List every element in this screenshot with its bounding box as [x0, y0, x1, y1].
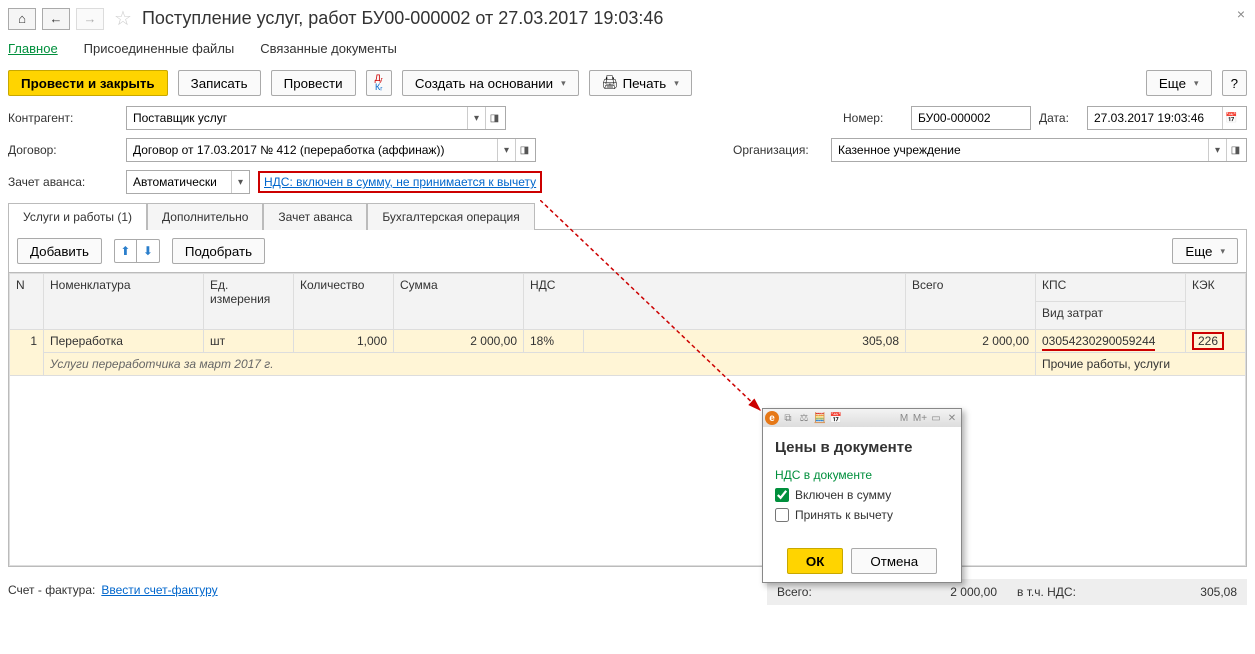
- label-advance: Зачет аванса:: [8, 175, 118, 189]
- more-button[interactable]: Еще: [1146, 70, 1212, 96]
- popup-section: НДС в документе: [775, 468, 949, 482]
- tab-additional[interactable]: Дополнительно: [147, 203, 263, 230]
- contragent-field[interactable]: ▾ ◨: [126, 106, 506, 130]
- open-ref-icon[interactable]: ◨: [485, 107, 503, 129]
- popup-ok-button[interactable]: ОК: [787, 548, 844, 574]
- post-button[interactable]: Провести: [271, 70, 356, 96]
- post-and-close-button[interactable]: Провести и закрыть: [8, 70, 168, 96]
- col-qty: Количество: [294, 274, 394, 330]
- icon-mplus[interactable]: M+: [913, 411, 927, 425]
- write-button[interactable]: Записать: [178, 70, 261, 96]
- col-nomenclature: Номенклатура: [44, 274, 204, 330]
- tab-advance[interactable]: Зачет аванса: [263, 203, 367, 230]
- open-ref-icon[interactable]: ◨: [515, 139, 533, 161]
- pick-button[interactable]: Подобрать: [172, 238, 265, 264]
- icon-calc[interactable]: 🧮: [813, 411, 827, 425]
- dk-button[interactable]: ДᵣКᵣ: [366, 70, 392, 96]
- org-field[interactable]: ▾ ◨: [831, 138, 1247, 162]
- table-row-sub[interactable]: Услуги переработчика за март 2017 г. Про…: [10, 353, 1246, 376]
- advance-field[interactable]: ▾: [126, 170, 250, 194]
- label-number: Номер:: [843, 111, 903, 125]
- nds-settings-link[interactable]: НДС: включен в сумму, не принимается к в…: [258, 171, 542, 193]
- col-kps: КПС: [1036, 274, 1186, 302]
- grid-more-button[interactable]: Еще: [1172, 238, 1238, 264]
- popup-title: Цены в документе: [775, 439, 949, 456]
- icon-scale[interactable]: ⚖: [797, 411, 811, 425]
- table-row[interactable]: 1 Переработка шт 1,000 2 000,00 18% 305,…: [10, 330, 1246, 353]
- dropdown-icon[interactable]: ▾: [1208, 139, 1226, 161]
- col-cost-type: Вид затрат: [1036, 302, 1186, 330]
- move-up-icon[interactable]: ⬆: [115, 240, 137, 262]
- number-field[interactable]: [911, 106, 1031, 130]
- cb-deduct-row[interactable]: Принять к вычету: [775, 508, 949, 522]
- tab-accounting[interactable]: Бухгалтерская операция: [367, 203, 534, 230]
- move-down-icon[interactable]: ⬇: [137, 240, 159, 262]
- col-nds: НДС: [524, 274, 906, 330]
- open-ref-icon[interactable]: ◨: [1226, 139, 1244, 161]
- help-button[interactable]: ?: [1222, 70, 1247, 96]
- contragent-input[interactable]: [127, 107, 467, 129]
- label-contragent: Контрагент:: [8, 111, 118, 125]
- col-n: N: [10, 274, 44, 330]
- label-org: Организация:: [733, 143, 823, 157]
- tab-main[interactable]: Главное: [8, 41, 58, 56]
- dk-icon: ДᵣКᵣ: [375, 74, 383, 92]
- print-button[interactable]: 🖨 Печать: [589, 70, 692, 96]
- tab-related-docs[interactable]: Связанные документы: [260, 41, 397, 56]
- invoice-label: Счет - фактура:: [8, 583, 95, 597]
- create-based-on-button[interactable]: Создать на основании: [402, 70, 579, 96]
- back-button[interactable]: ←: [42, 8, 70, 30]
- icon-m[interactable]: M: [897, 411, 911, 425]
- icon-copy[interactable]: ⧉: [781, 411, 795, 425]
- label-contract: Договор:: [8, 143, 118, 157]
- contract-field[interactable]: ▾ ◨: [126, 138, 536, 162]
- page-title: Поступление услуг, работ БУ00-000002 от …: [142, 8, 663, 29]
- col-sum: Сумма: [394, 274, 524, 330]
- cb-included[interactable]: [775, 488, 789, 502]
- label-date: Дата:: [1039, 111, 1079, 125]
- cb-included-row[interactable]: Включен в сумму: [775, 488, 949, 502]
- app-icon: e: [765, 411, 779, 425]
- minimize-icon[interactable]: ▭: [929, 411, 943, 425]
- popup-cancel-button[interactable]: Отмена: [851, 548, 937, 574]
- prices-popup: e ⧉ ⚖ 🧮 📅 M M+ ▭ ✕ Цены в документе НДС …: [762, 408, 962, 583]
- dropdown-icon[interactable]: ▾: [231, 171, 249, 193]
- col-unit: Ед. измерения: [204, 274, 294, 330]
- icon-cal[interactable]: 📅: [829, 411, 843, 425]
- close-icon[interactable]: ×: [1237, 6, 1245, 22]
- col-total: Всего: [906, 274, 1036, 330]
- tab-services[interactable]: Услуги и работы (1): [8, 203, 147, 230]
- popup-title-bar[interactable]: e ⧉ ⚖ 🧮 📅 M M+ ▭ ✕: [763, 409, 961, 427]
- row-order-controls: ⬆ ⬇: [114, 239, 160, 263]
- dropdown-icon[interactable]: ▾: [497, 139, 515, 161]
- date-field[interactable]: 📅: [1087, 106, 1247, 130]
- invoice-link[interactable]: Ввести счет-фактуру: [101, 583, 217, 597]
- services-table: N Номенклатура Ед. измерения Количество …: [8, 273, 1247, 567]
- home-button[interactable]: ⌂: [8, 8, 36, 30]
- forward-button: →: [76, 8, 104, 30]
- col-kek: КЭК: [1186, 274, 1246, 330]
- tab-attached-files[interactable]: Присоединенные файлы: [84, 41, 235, 56]
- add-row-button[interactable]: Добавить: [17, 238, 102, 264]
- close-popup-icon[interactable]: ✕: [945, 411, 959, 425]
- calendar-icon[interactable]: 📅: [1222, 107, 1240, 129]
- dropdown-icon[interactable]: ▾: [467, 107, 485, 129]
- printer-icon: 🖨: [602, 75, 619, 91]
- cb-deduct[interactable]: [775, 508, 789, 522]
- favorite-star-icon[interactable]: ☆: [114, 6, 132, 31]
